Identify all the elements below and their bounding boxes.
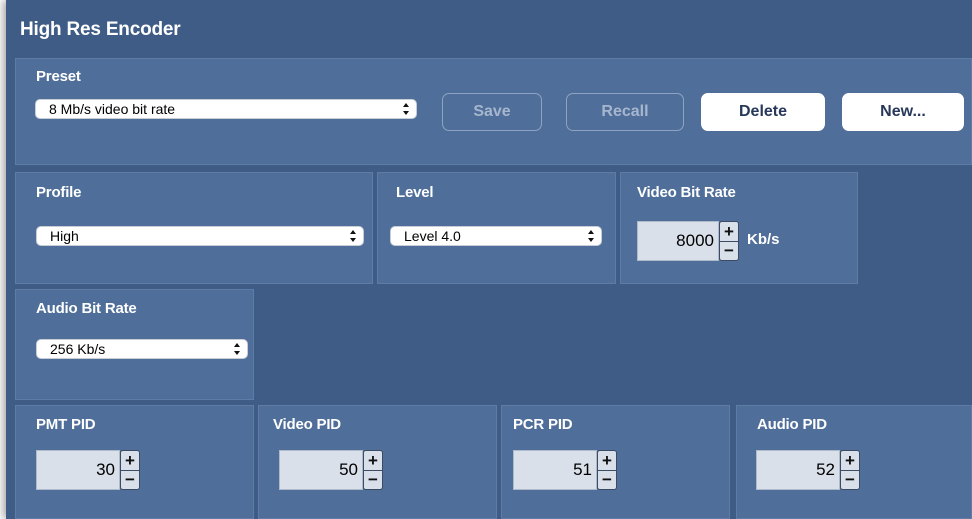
video-bit-rate-input[interactable]: 8000 [637,221,719,261]
increment-button[interactable]: + [121,451,139,471]
select-arrows-icon [350,230,356,242]
video-bit-rate-label: Video Bit Rate [637,184,736,201]
audio-bit-rate-select-value: 256 Kb/s [50,341,106,357]
save-button[interactable]: Save [442,93,542,131]
audio-pid-panel: Audio PID 52 + − [736,405,972,519]
delete-button[interactable]: Delete [701,93,825,131]
pcr-pid-label: PCR PID [513,416,573,433]
preset-select-value: 8 Mb/s video bit rate [49,101,176,117]
video-pid-panel: Video PID 50 + − [258,405,497,519]
decrement-button[interactable]: − [121,470,139,489]
preset-panel: Preset 8 Mb/s video bit rate Save Recall… [15,58,972,165]
increment-button[interactable]: + [598,451,616,471]
audio-bit-rate-panel: Audio Bit Rate 256 Kb/s [15,289,254,400]
recall-button[interactable]: Recall [566,93,684,131]
select-arrows-icon [403,103,409,115]
profile-select-value: High [50,228,79,244]
video-pid-input[interactable]: 50 [279,450,363,490]
select-arrows-icon [588,230,594,242]
decrement-button[interactable]: − [598,470,616,489]
audio-bit-rate-label: Audio Bit Rate [36,300,137,317]
increment-button[interactable]: + [720,222,738,242]
video-bit-rate-panel: Video Bit Rate 8000 + − Kb/s [620,172,858,284]
level-select[interactable]: Level 4.0 [390,226,602,246]
preset-label: Preset [36,68,81,85]
audio-pid-label: Audio PID [757,416,827,433]
select-arrows-icon [234,343,240,355]
new-preset-button[interactable]: New... [842,93,964,131]
video-pid-label: Video PID [273,416,341,433]
decrement-button[interactable]: − [720,241,738,260]
encoder-window: High Res Encoder Preset 8 Mb/s video bit… [6,0,972,519]
increment-button[interactable]: + [364,451,382,471]
decrement-button[interactable]: − [364,470,382,489]
profile-panel: Profile High [15,172,373,284]
pmt-pid-input[interactable]: 30 [36,450,120,490]
preset-select[interactable]: 8 Mb/s video bit rate [35,99,417,119]
pcr-pid-panel: PCR PID 51 + − [501,405,730,519]
audio-pid-input[interactable]: 52 [756,450,840,490]
profile-label: Profile [36,184,82,201]
video-pid-stepper[interactable]: + − [363,450,383,490]
audio-pid-stepper[interactable]: + − [840,450,860,490]
level-panel: Level Level 4.0 [377,172,616,284]
pmt-pid-stepper[interactable]: + − [120,450,140,490]
level-select-value: Level 4.0 [404,228,461,244]
increment-button[interactable]: + [841,451,859,471]
pmt-pid-label: PMT PID [36,416,96,433]
pcr-pid-input[interactable]: 51 [513,450,597,490]
pmt-pid-panel: PMT PID 30 + − [15,405,254,519]
window-title: High Res Encoder [20,19,181,40]
video-bit-rate-stepper[interactable]: + − [719,221,739,261]
pcr-pid-stepper[interactable]: + − [597,450,617,490]
decrement-button[interactable]: − [841,470,859,489]
video-bit-rate-unit: Kb/s [747,231,780,248]
audio-bit-rate-select[interactable]: 256 Kb/s [36,339,248,359]
level-label: Level [396,184,434,201]
profile-select[interactable]: High [36,226,364,246]
